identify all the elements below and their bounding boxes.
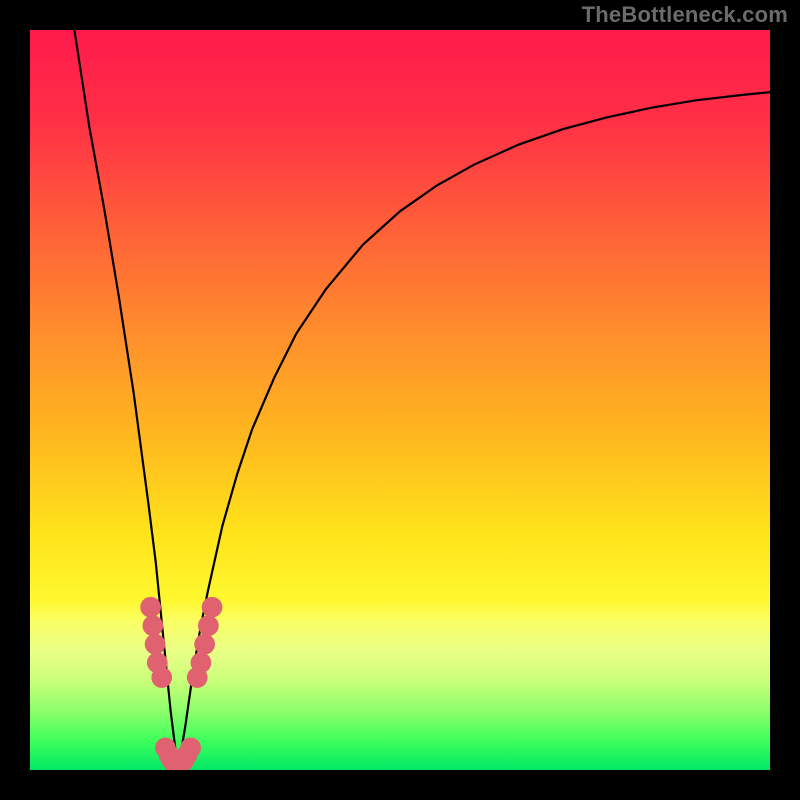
data-marker bbox=[151, 667, 172, 688]
data-marker bbox=[194, 634, 215, 655]
data-marker bbox=[142, 615, 163, 636]
data-marker bbox=[202, 597, 223, 618]
data-marker bbox=[140, 597, 161, 618]
attribution-watermark: TheBottleneck.com bbox=[582, 2, 788, 28]
bottleneck-chart bbox=[0, 0, 800, 800]
data-marker bbox=[180, 737, 201, 758]
chart-frame: TheBottleneck.com bbox=[0, 0, 800, 800]
gradient-background bbox=[30, 30, 770, 770]
data-marker bbox=[198, 615, 219, 636]
data-marker bbox=[145, 634, 166, 655]
data-marker bbox=[191, 652, 212, 673]
